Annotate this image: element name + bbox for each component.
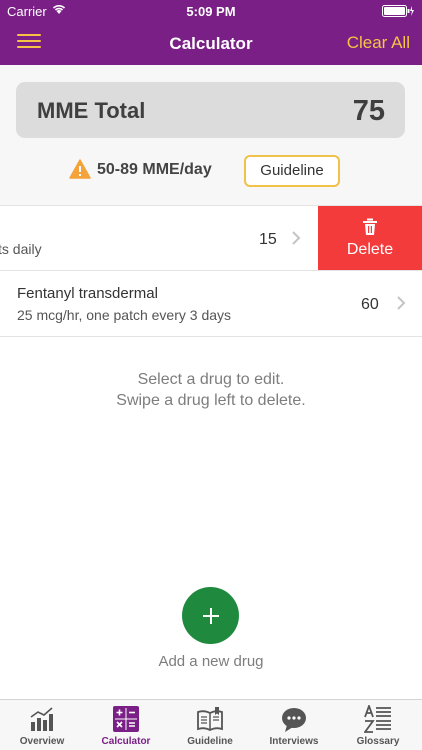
tab-bar: Overview Calculator Guideline Interviews… bbox=[0, 699, 422, 750]
mme-total-label: MME Total bbox=[37, 98, 146, 123]
drug-row[interactable]: Fentanyl transdermal 25 mcg/hr, one patc… bbox=[0, 271, 422, 337]
clear-all-button[interactable]: Clear All bbox=[347, 33, 410, 53]
status-bar: Carrier 5:09 PM bbox=[0, 0, 422, 22]
guideline-button[interactable]: Guideline bbox=[244, 155, 340, 187]
hint-select: Select a drug to edit. bbox=[137, 371, 285, 388]
calculator-icon bbox=[113, 706, 139, 732]
warning-icon bbox=[69, 159, 91, 179]
chevron-right-icon bbox=[292, 231, 301, 245]
tab-interviews[interactable]: Interviews bbox=[252, 700, 336, 750]
tab-label: Calculator bbox=[101, 736, 151, 747]
add-drug-label: Add a new drug bbox=[158, 653, 264, 670]
delete-button[interactable]: Delete bbox=[318, 206, 422, 270]
battery-icon bbox=[382, 5, 414, 17]
trash-icon bbox=[363, 218, 377, 235]
add-drug-button[interactable] bbox=[182, 587, 239, 644]
drug-mme: 15 bbox=[259, 231, 277, 248]
tab-label: Guideline bbox=[187, 736, 233, 747]
drug-name: Fentanyl transdermal bbox=[17, 285, 158, 302]
tab-guideline[interactable]: Guideline bbox=[168, 700, 252, 750]
drug-row[interactable]: ts daily 15 Delete bbox=[0, 206, 422, 271]
delete-label: Delete bbox=[346, 241, 394, 258]
mme-total-value: 75 bbox=[352, 95, 385, 127]
a-z-list-icon bbox=[364, 705, 391, 733]
tab-label: Overview bbox=[19, 736, 65, 747]
drug-detail: 25 mcg/hr, one patch every 3 days bbox=[17, 307, 232, 323]
chat-bubble-icon bbox=[282, 708, 306, 732]
drug-detail: ts daily bbox=[0, 241, 42, 257]
tab-calculator[interactable]: Calculator bbox=[84, 700, 168, 750]
tab-glossary[interactable]: Glossary bbox=[336, 700, 420, 750]
bar-chart-icon bbox=[30, 707, 53, 731]
tab-label: Glossary bbox=[356, 736, 400, 747]
nav-bar: Calculator Clear All bbox=[0, 22, 422, 65]
mme-total-box: MME Total 75 bbox=[16, 82, 405, 138]
clock: 5:09 PM bbox=[186, 4, 236, 19]
warning-text: 50-89 MME/day bbox=[97, 161, 212, 178]
drug-mme: 60 bbox=[361, 296, 379, 313]
tab-label: Interviews bbox=[269, 736, 319, 747]
chevron-right-icon bbox=[397, 296, 406, 310]
mme-summary-panel: MME Total 75 50-89 MME/day Guideline bbox=[0, 65, 422, 206]
tab-overview[interactable]: Overview bbox=[0, 700, 84, 750]
book-icon bbox=[197, 707, 223, 732]
hint-swipe: Swipe a drug left to delete. bbox=[116, 392, 306, 409]
